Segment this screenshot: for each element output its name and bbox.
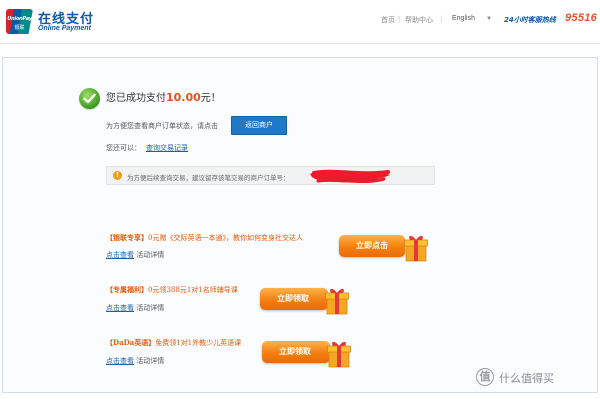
promo-title: 【专属福利】0元领388元1对1名师辅导课 (106, 285, 238, 295)
promo-text: 0元赠《交际英语一本通》，教你如何变身社交达人 (148, 234, 303, 242)
watermark-text: 什么值得买 (499, 372, 554, 385)
promo-button-label: 立即领取 (260, 288, 328, 310)
gift-box-icon (404, 235, 428, 262)
logo-subtitle: Online Payment (38, 25, 91, 32)
dropdown-caret-icon: ▼ (486, 16, 492, 22)
promo-detail-text: 活动详情 (136, 357, 165, 365)
success-check-icon (79, 88, 100, 109)
nav-help-link[interactable]: 帮助中心 (405, 15, 433, 25)
promo-title: 【银联专享】0元赠《交际英语一本通》，教你如何变身社交达人 (106, 233, 303, 243)
also-label: 您还可以： (106, 144, 141, 152)
paid-amount: 10.00 (166, 91, 201, 104)
transaction-history-link[interactable]: 查询交易记录 (146, 143, 188, 153)
promo-tag: 【专属福利】 (106, 285, 148, 294)
promo-detail-link[interactable]: 点击查看 (106, 251, 134, 259)
promo-claim-button[interactable]: 立即领取 (262, 338, 352, 368)
promo-detail: 点击查看 活动详情 (106, 303, 164, 313)
unionpay-logo[interactable]: UnionPay 银联 (6, 9, 33, 34)
promo-title: 【DaDa英语】免费领1对1外教少儿英语课 (106, 338, 241, 348)
promo-text: 0元领388元1对1名师辅导课 (148, 286, 238, 294)
logo-badge-bottom-text: 银联 (14, 25, 25, 31)
promo-text: 免费领1对1外教少儿英语课 (155, 339, 242, 347)
nav-separator: | (398, 15, 401, 23)
language-select[interactable]: English ▼ (448, 12, 496, 27)
promo-claim-button[interactable]: 立即领取 (260, 285, 350, 315)
return-to-merchant-button[interactable]: 返回商户 (231, 116, 287, 135)
language-selected: English (452, 15, 475, 22)
promo-detail: 点击查看 活动详情 (106, 356, 164, 366)
watermark-logo: 值 (476, 368, 494, 386)
hotline-label: 24小时客服热线 (504, 16, 556, 24)
gift-box-icon (327, 341, 351, 368)
promo-tag: 【银联专享】 (106, 233, 148, 242)
nav-separator: | (440, 15, 443, 23)
promo-detail-link[interactable]: 点击查看 (106, 304, 134, 312)
promo-detail-text: 活动详情 (136, 251, 165, 259)
gift-box-icon (325, 288, 349, 315)
header: UnionPay 银联 在线支付 Online Payment 首页 | 帮助中… (0, 0, 600, 44)
promo-detail-text: 活动详情 (136, 304, 165, 312)
hotline-number: 95516 (565, 12, 598, 24)
promo-claim-button[interactable]: 立即点击 (339, 232, 429, 262)
success-message-suffix: 元！ (200, 93, 221, 104)
success-message: 您已成功支付10.00元！ (106, 89, 221, 104)
nav-home-link[interactable]: 首页 (381, 15, 395, 25)
success-message-prefix: 您已成功支付 (106, 93, 166, 104)
info-exclamation-icon: ! (113, 171, 122, 180)
promo-button-label: 立即领取 (262, 341, 330, 363)
promo-tag: 【DaDa英语】 (106, 338, 156, 347)
logo-badge-top-text: UnionPay (7, 16, 32, 22)
order-status-hint: 为方便您查看商户订单状态，请点击 (106, 122, 218, 130)
promo-detail: 点击查看 活动详情 (106, 250, 164, 260)
redaction-scribble (310, 169, 390, 184)
notice-text: 为方便后续查询交易，建议留存该笔交易的商户订单号： (127, 174, 290, 182)
promo-button-label: 立即点击 (339, 235, 405, 257)
promo-detail-link[interactable]: 点击查看 (106, 357, 134, 365)
